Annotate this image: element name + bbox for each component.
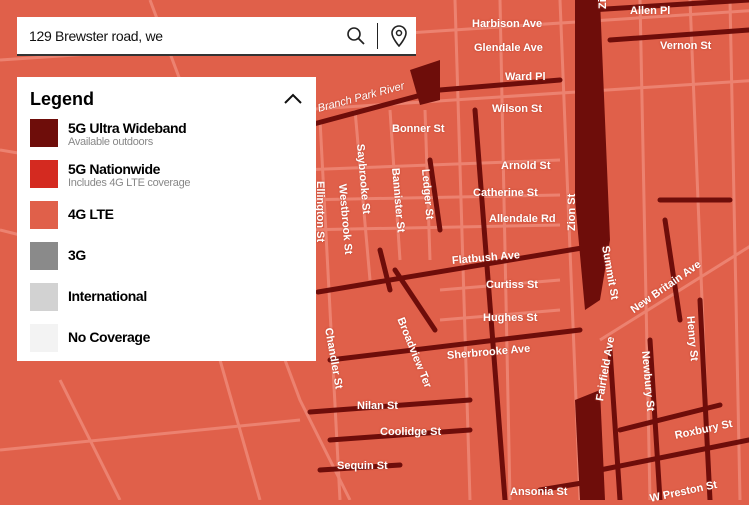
swatch (30, 160, 58, 188)
legend-panel: Legend 5G Ultra Wideband Available outdoo… (17, 77, 316, 361)
legend-sublabel: Available outdoors (68, 136, 153, 148)
street-label: Sequin St (337, 460, 388, 472)
legend-label: 3G (68, 247, 86, 263)
swatch (30, 201, 58, 229)
uw-zone-fairfield (575, 390, 605, 500)
legend-item-international: International (30, 283, 303, 324)
legend-item-3g: 3G (30, 242, 303, 283)
street-label: Curtiss St (486, 279, 538, 291)
divider (377, 22, 378, 49)
street-label: Coolidge St (380, 426, 442, 438)
street-label: Wilson St (492, 103, 543, 115)
street-label: Ward Pl (505, 71, 546, 83)
locate-button[interactable] (382, 21, 416, 51)
street-label: Ansonia St (510, 486, 568, 498)
street-label: Catherine St (473, 187, 538, 199)
legend-label: 5G Nationwide (68, 161, 161, 177)
legend-title: Legend (30, 88, 95, 109)
legend-label: No Coverage (68, 329, 150, 345)
legend-label: 4G LTE (68, 206, 114, 222)
address-input[interactable] (29, 27, 339, 44)
legend-sublabel: Includes 4G LTE coverage (68, 177, 191, 189)
location-pin-icon (391, 24, 407, 47)
address-search-bar (17, 17, 416, 56)
street-label: Zion (597, 0, 609, 9)
street-label: Allen Pl (630, 5, 671, 17)
swatch (30, 283, 58, 311)
legend-label: 5G Ultra Wideband (68, 120, 187, 136)
street-label: Bonner St (392, 123, 445, 135)
swatch (30, 119, 58, 147)
chevron-up-icon[interactable] (283, 93, 303, 105)
street-label: Vernon St (660, 40, 712, 52)
legend-item-5g-nationwide: 5G Nationwide Includes 4G LTE coverage (30, 160, 303, 201)
street-label: Harbison Ave (472, 18, 543, 30)
street-label: Arnold St (501, 160, 551, 172)
street-label: Zion St (566, 193, 578, 231)
street-label: Glendale Ave (474, 42, 543, 54)
street-label: Hughes St (483, 312, 538, 324)
search-icon (347, 26, 365, 45)
search-button[interactable] (339, 21, 373, 51)
street-label: Allendale Rd (489, 213, 556, 225)
legend-label: International (68, 288, 147, 304)
swatch (30, 324, 58, 352)
swatch (30, 242, 58, 270)
street-label: Nilan St (357, 400, 398, 412)
legend-item-4g-lte: 4G LTE (30, 201, 303, 242)
legend-item-no-coverage: No Coverage (30, 324, 303, 365)
legend-item-5g-uw: 5G Ultra Wideband Available outdoors (30, 119, 303, 160)
